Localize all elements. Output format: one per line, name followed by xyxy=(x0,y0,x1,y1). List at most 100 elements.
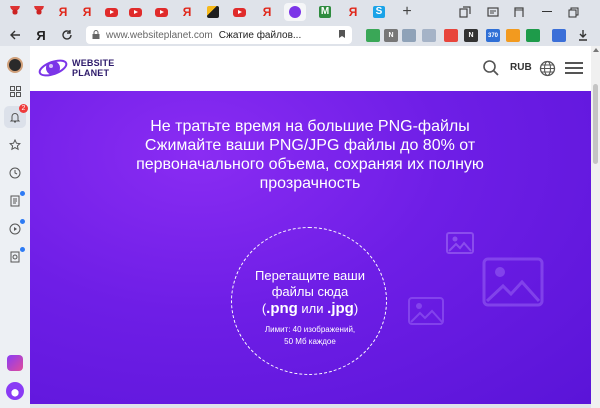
tab-2[interactable] xyxy=(28,3,50,21)
tab-9[interactable] xyxy=(202,3,224,21)
tabs-manager-icon[interactable] xyxy=(486,5,500,19)
url-domain: www.websiteplanet.com xyxy=(106,29,213,41)
restore-icon[interactable] xyxy=(566,5,580,19)
hamburger-menu-icon[interactable] xyxy=(565,62,583,74)
sidebar-app-3[interactable] xyxy=(4,246,26,268)
bookmark-icon[interactable] xyxy=(338,29,346,42)
image-decor-icon xyxy=(408,297,444,325)
youtube-icon xyxy=(128,7,142,17)
unread-dot xyxy=(20,219,25,224)
tab-8[interactable]: Я xyxy=(176,3,198,21)
hero-line2: Сжимайте ваши PNG/JPG файлы до 80% от xyxy=(144,137,476,154)
youtube-icon xyxy=(104,7,118,17)
ext-4-icon[interactable] xyxy=(422,29,436,42)
fmt-close-paren: ) xyxy=(353,301,359,316)
flower-favicon-icon xyxy=(9,6,21,18)
sidebar-app-1[interactable] xyxy=(4,190,26,212)
page-title-in-url: Сжатие файлов... xyxy=(218,29,302,41)
web-page: WEBSITE PLANET RUB Не тратьте время на б… xyxy=(30,46,591,404)
yandex-icon: Я xyxy=(348,5,358,19)
tab-1[interactable] xyxy=(4,3,26,21)
ext-2-icon[interactable]: N xyxy=(384,29,398,42)
unread-dot xyxy=(20,191,25,196)
hero-line4: прозрачность xyxy=(259,175,361,192)
yandex-home-button[interactable]: Я xyxy=(32,26,50,44)
search-document-icon xyxy=(10,251,20,263)
tab-7[interactable] xyxy=(150,3,172,21)
notification-badge: 2 xyxy=(19,104,28,113)
fmt-or: или xyxy=(297,301,328,316)
ext-5-icon[interactable] xyxy=(444,29,458,42)
globe-icon[interactable] xyxy=(539,60,556,77)
star-icon xyxy=(9,139,21,151)
url-field[interactable]: www.websiteplanet.com Сжатие файлов... xyxy=(86,26,352,44)
tab-6[interactable] xyxy=(124,3,146,21)
play-icon xyxy=(9,223,21,235)
tab-11[interactable]: Я xyxy=(256,3,278,21)
yandex-icon: Я xyxy=(82,5,92,19)
tab-14[interactable]: Я xyxy=(342,3,364,21)
ext-6-icon[interactable]: N xyxy=(464,29,478,42)
notifications-button[interactable]: 2 xyxy=(4,104,28,128)
ext-3-icon[interactable] xyxy=(402,29,416,42)
sidebar-app-2[interactable] xyxy=(4,218,26,240)
tab-10[interactable] xyxy=(228,3,250,21)
minimize-icon[interactable] xyxy=(542,11,552,12)
file-drop-zone[interactable]: Перетащите ваши файлы сюда (.png или .jp… xyxy=(231,227,387,375)
mountain-favicon-icon xyxy=(207,6,219,18)
hero-section: Не тратьте время на большие PNG-файлы Сж… xyxy=(30,91,591,404)
grid-icon xyxy=(9,85,21,97)
ext-9-icon[interactable] xyxy=(526,29,540,42)
hero-line3: первоначального объема, сохраняя их полн… xyxy=(136,156,484,173)
youtube-icon xyxy=(154,7,168,17)
currency-selector[interactable]: RUB xyxy=(510,62,532,73)
site-logo-text[interactable]: WEBSITE PLANET xyxy=(72,58,114,78)
favorites-button[interactable] xyxy=(4,134,26,156)
history-button[interactable] xyxy=(4,162,26,184)
ext-8-icon[interactable] xyxy=(506,29,520,42)
reload-button[interactable] xyxy=(58,26,76,44)
new-tab-button[interactable]: + xyxy=(398,3,416,21)
youtube-icon xyxy=(232,7,246,17)
ext-1-icon[interactable] xyxy=(366,29,380,42)
flower-favicon-icon xyxy=(33,6,45,18)
page-scrollbar[interactable] xyxy=(591,46,600,408)
scroll-up-arrow-icon[interactable] xyxy=(593,48,599,52)
bookmarks-bar-icon[interactable] xyxy=(512,5,526,19)
m-favicon-icon: M xyxy=(319,6,331,18)
drop-line2: файлы сюда xyxy=(271,284,349,299)
arrow-left-icon xyxy=(10,30,20,40)
fmt-jpg: .jpg xyxy=(327,300,354,317)
download-icon xyxy=(579,30,587,41)
tab-3[interactable]: Я xyxy=(52,3,74,21)
browser-sidebar: 2 xyxy=(0,46,30,408)
tab-13[interactable]: M xyxy=(314,3,336,21)
back-button[interactable] xyxy=(6,26,24,44)
alice-assistant-button[interactable] xyxy=(4,380,26,402)
yandex-icon: Я xyxy=(262,5,272,19)
document-icon xyxy=(10,195,20,207)
ext-7-icon[interactable]: 370 xyxy=(486,29,500,42)
tab-active-websiteplanet[interactable] xyxy=(284,3,306,21)
drop-zone-text: Перетащите ваши файлы сюда xyxy=(232,268,388,300)
address-bar-row: Я www.websiteplanet.com Сжатие файлов...… xyxy=(0,24,600,46)
bell-icon xyxy=(9,113,21,123)
collections-icon[interactable] xyxy=(458,5,472,19)
scroll-thumb[interactable] xyxy=(593,84,598,164)
downloads-button[interactable] xyxy=(574,26,592,44)
tab-4[interactable]: Я xyxy=(76,3,98,21)
search-icon[interactable] xyxy=(482,59,500,77)
unread-dot xyxy=(20,247,25,252)
ext-10-icon[interactable] xyxy=(552,29,566,42)
sidebar-mini-app[interactable] xyxy=(4,352,26,374)
limit-line1: Лимит: 40 изображений, xyxy=(264,325,356,334)
yandex-icon: Я xyxy=(182,5,192,19)
profile-avatar[interactable] xyxy=(4,54,26,76)
websiteplanet-logo-icon[interactable] xyxy=(38,55,68,81)
site-header: WEBSITE PLANET RUB xyxy=(30,46,591,91)
services-grid-button[interactable] xyxy=(4,80,26,102)
drop-formats: (.png или .jpg) xyxy=(232,300,388,317)
tab-15[interactable]: S xyxy=(368,3,390,21)
s-favicon-icon: S xyxy=(373,6,385,18)
tab-5[interactable] xyxy=(100,3,122,21)
